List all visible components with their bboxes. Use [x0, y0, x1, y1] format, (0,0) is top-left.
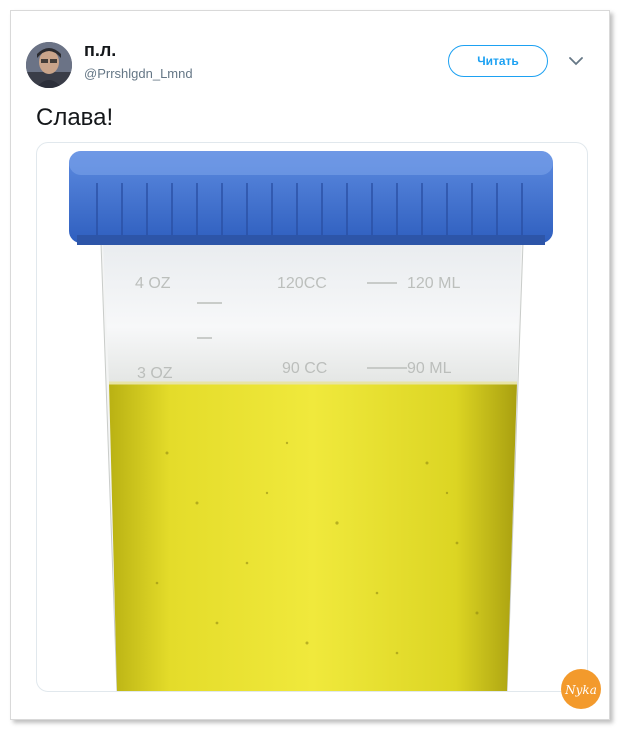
follow-button[interactable]: Читать [448, 45, 548, 77]
label-4oz: 4 OZ [135, 275, 171, 292]
label-120ml: 120 ML [407, 275, 460, 292]
label-3oz: 3 OZ [137, 365, 173, 382]
label-90cc: 90 CC [282, 360, 327, 377]
avatar-image [26, 42, 72, 88]
label-90ml: 90 ML [407, 360, 452, 377]
avatar[interactable] [26, 42, 72, 88]
specimen-cup-image: 4 OZ 120CC 120 ML 3 OZ 90 CC 90 ML [69, 151, 553, 691]
watermark-logo: Nyka [560, 668, 602, 710]
chevron-down-icon[interactable] [568, 53, 584, 69]
tweet-text: Слава! [36, 104, 114, 131]
svg-text:Nyka: Nyka [564, 683, 597, 697]
tweet-media[interactable]: 4 OZ 120CC 120 ML 3 OZ 90 CC 90 ML [36, 142, 588, 692]
author-name[interactable]: п.л. [84, 40, 116, 61]
tweet-header: п.л. @Prrshlgdn_Lmnd Читать [26, 36, 601, 96]
label-120cc: 120CC [277, 275, 327, 292]
author-handle[interactable]: @Prrshlgdn_Lmnd [84, 66, 193, 81]
liquid [109, 383, 517, 691]
